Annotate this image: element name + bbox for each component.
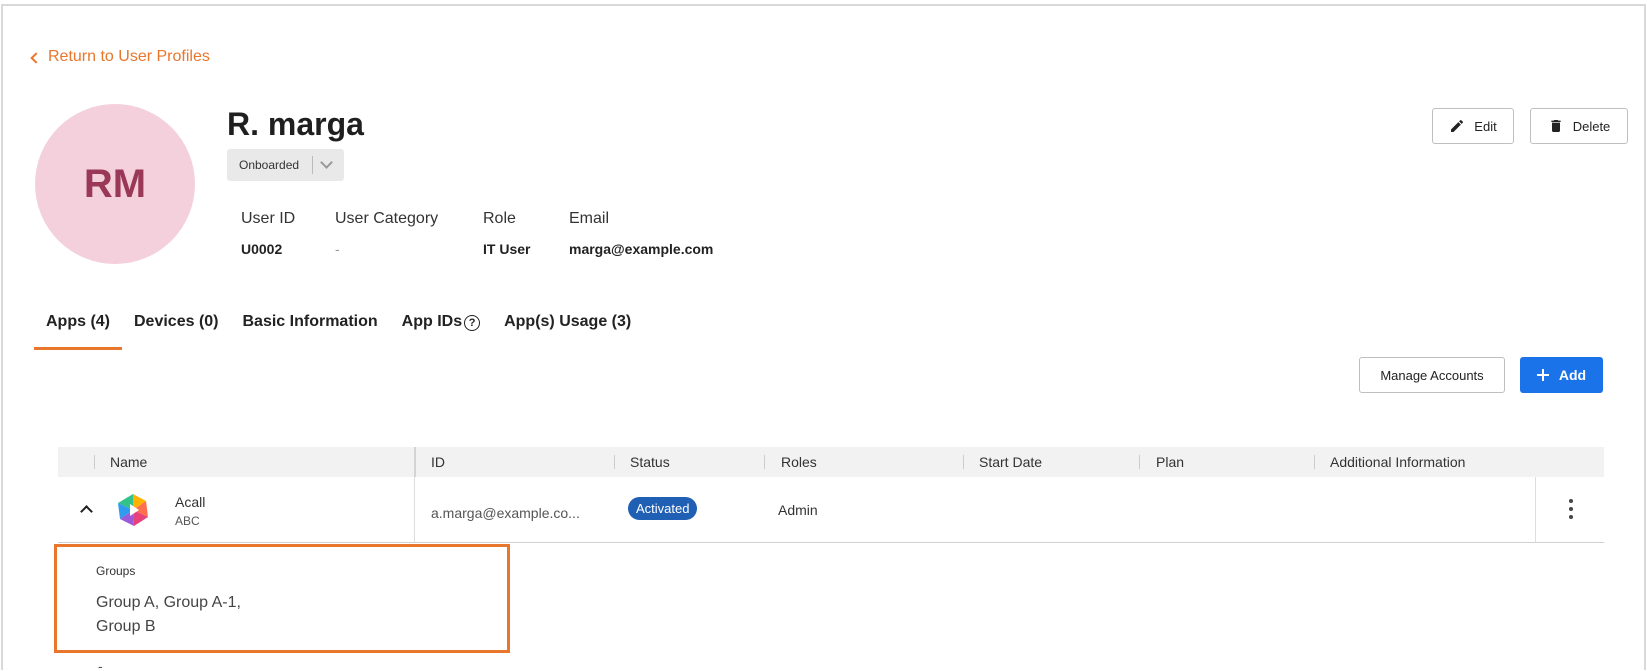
tab-devices-label: Devices (0) — [134, 313, 219, 330]
header-divider — [614, 455, 615, 469]
user-id-value: U0002 — [241, 241, 283, 257]
chevron-down-icon — [320, 156, 333, 169]
header-divider — [94, 455, 95, 469]
column-header-plan[interactable]: Plan — [1156, 454, 1184, 470]
groups-label: Groups — [96, 564, 136, 578]
column-header-name[interactable]: Name — [110, 454, 147, 470]
tab-basic-information-label: Basic Information — [242, 313, 378, 330]
column-header-start-date[interactable]: Start Date — [979, 454, 1042, 470]
tab-apps-label: Apps (4) — [46, 313, 110, 330]
edit-label: Edit — [1474, 118, 1497, 134]
back-link[interactable]: Return to User Profiles — [30, 48, 210, 66]
manage-accounts-button[interactable]: Manage Accounts — [1359, 357, 1505, 393]
dropdown-divider — [312, 156, 313, 174]
groups-detail-panel: Groups Group A, Group A-1, Group B — [54, 544, 510, 653]
email-field: Email marga@example.com — [569, 210, 713, 257]
user-category-label: User Category — [335, 210, 439, 227]
groups-value: Group A, Group A-1, Group B — [96, 594, 241, 635]
tab-app-ids-label: App IDs — [401, 313, 463, 330]
column-header-additional-information[interactable]: Additional Information — [1330, 454, 1465, 470]
email-label: Email — [569, 210, 610, 227]
page-title: R. marga — [227, 106, 364, 142]
avatar: RM — [35, 104, 195, 264]
tab-bar: Apps (4) Devices (0) Basic Information A… — [34, 300, 643, 350]
question-circle-icon[interactable]: ? — [464, 315, 481, 331]
column-divider — [1535, 477, 1536, 543]
avatar-initials: RM — [83, 161, 147, 206]
table-row: Acall ABC a.marga@example.co... Activate… — [58, 477, 1604, 543]
role-value: IT User — [483, 241, 531, 257]
user-category-value: - — [335, 241, 340, 257]
plus-icon — [1536, 369, 1549, 381]
chevron-left-icon — [30, 51, 42, 64]
kebab-icon[interactable] — [1569, 499, 1573, 519]
add-button[interactable]: Add — [1520, 357, 1603, 393]
trash-icon — [1551, 120, 1561, 132]
user-category-field: User Category - — [335, 210, 438, 257]
app-id-cell: a.marga@example.co... — [431, 505, 580, 521]
tab-devices[interactable]: Devices (0) — [122, 300, 231, 350]
chevron-up-icon[interactable] — [80, 505, 93, 518]
edit-button[interactable]: Edit — [1432, 108, 1514, 144]
tab-app-ids[interactable]: App IDs? — [390, 300, 492, 350]
user-id-label: User ID — [241, 210, 296, 227]
column-header-status[interactable]: Status — [630, 454, 670, 470]
header-divider — [1139, 455, 1140, 469]
acall-logo — [118, 494, 148, 526]
column-header-roles[interactable]: Roles — [781, 454, 817, 470]
roles-cell: Admin — [778, 502, 818, 518]
column-header-id[interactable]: ID — [431, 454, 445, 470]
table-header: Name ID Status Roles Start Date Plan Add… — [58, 447, 1604, 477]
email-value: marga@example.com — [569, 241, 714, 257]
delete-label: Delete — [1572, 118, 1611, 134]
role-field: Role IT User — [483, 210, 530, 257]
delete-button[interactable]: Delete — [1530, 108, 1628, 144]
status-dropdown[interactable]: Onboarded — [227, 149, 344, 181]
tab-apps[interactable]: Apps (4) — [34, 300, 122, 350]
tab-app-usage[interactable]: App(s) Usage (3) — [492, 300, 643, 350]
placeholder-value: - — [98, 658, 103, 671]
tab-app-usage-label: App(s) Usage (3) — [504, 313, 632, 330]
header-divider[interactable] — [414, 447, 416, 477]
header-divider — [1314, 455, 1315, 469]
role-label: Role — [483, 210, 516, 227]
status-value: Onboarded — [239, 158, 300, 172]
manage-accounts-label: Manage Accounts — [1380, 367, 1484, 383]
pencil-icon — [1451, 119, 1464, 132]
column-divider — [414, 477, 415, 543]
back-link-label: Return to User Profiles — [48, 48, 210, 65]
header-divider — [764, 455, 765, 469]
app-name[interactable]: Acall — [175, 494, 205, 510]
header-divider — [963, 455, 964, 469]
status-badge: Activated — [628, 497, 698, 520]
tab-basic-information[interactable]: Basic Information — [231, 300, 390, 350]
add-label: Add — [1558, 367, 1587, 383]
user-id-field: User ID U0002 — [241, 210, 295, 257]
app-subtitle: ABC — [175, 514, 200, 528]
